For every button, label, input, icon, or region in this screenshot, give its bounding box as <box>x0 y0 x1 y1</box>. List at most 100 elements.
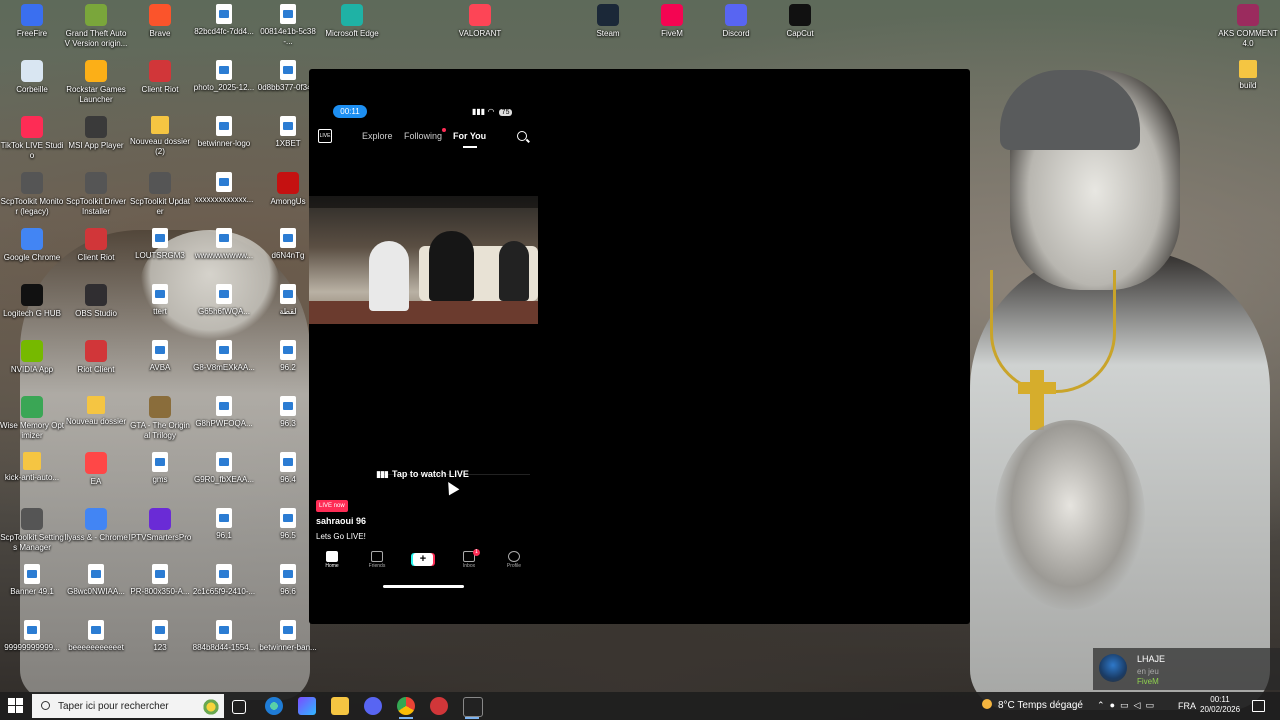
desktop-icon[interactable]: Client Riot <box>64 224 128 263</box>
tab-for-you[interactable]: For You <box>453 131 486 141</box>
desktop-icon[interactable]: GTA - The Original Trilogy <box>128 392 192 441</box>
desktop-icon[interactable]: photo_2025-12... <box>192 56 256 93</box>
volume-icon[interactable]: ◁ <box>1134 700 1141 710</box>
desktop-icon[interactable]: G8hPWFOQA... <box>192 392 256 429</box>
desktop-icon[interactable]: OBS Studio <box>64 280 128 319</box>
scptoolkit-icon <box>21 508 43 530</box>
desktop-icon[interactable]: Logitech G HUB <box>0 280 64 319</box>
desktop-icon[interactable]: G8-V8mEXkAA... <box>192 336 256 373</box>
live-video-preview[interactable] <box>309 196 538 324</box>
desktop-icon[interactable]: kick-anti-auto... <box>0 448 64 483</box>
windows-start-icon[interactable] <box>8 698 24 714</box>
username[interactable]: sahraoui 96 <box>316 516 366 526</box>
desktop-icon[interactable]: LOUTSRGM3 <box>128 224 192 261</box>
chrome-icon[interactable] <box>397 697 415 715</box>
desktop-icon[interactable]: 00814e1b-5c38-... <box>256 0 320 47</box>
desktop-icon[interactable]: wwwwwwwww... <box>192 224 256 261</box>
language-indicator[interactable]: FRA <box>1178 701 1196 711</box>
desktop-icon[interactable]: EA <box>64 448 128 487</box>
desktop-icon[interactable]: AVBA <box>128 336 192 373</box>
desktop-icon[interactable]: FreeFire <box>0 0 64 39</box>
edge-icon[interactable] <box>265 697 283 715</box>
mic-icon[interactable]: ● <box>1110 700 1115 710</box>
desktop-icon[interactable]: Microsoft Edge <box>320 0 384 39</box>
desktop-icon[interactable]: 96.1 <box>192 504 256 541</box>
desktop-icon[interactable]: beeeeeeeeeeet <box>64 616 128 653</box>
file-explorer-icon[interactable] <box>331 697 349 715</box>
desktop-icon-label: Client Riot <box>141 85 179 94</box>
task-view-icon[interactable] <box>232 700 246 714</box>
desktop-icon[interactable]: MSI App Player <box>64 112 128 151</box>
discord-icon[interactable] <box>364 697 382 715</box>
desktop-icon[interactable]: ScpToolkit Updater <box>128 168 192 217</box>
desktop-icon[interactable]: Brave <box>128 0 192 39</box>
desktop-icon[interactable]: 99999999999... <box>0 616 64 653</box>
nav-profile[interactable]: Profile <box>499 550 529 569</box>
tab-explore[interactable]: Explore <box>362 131 393 141</box>
desktop-icon[interactable]: ScpToolkit Driver Installer <box>64 168 128 217</box>
desktop-icon[interactable]: PR-800x350-A... <box>128 560 192 597</box>
wise-memory-icon <box>21 396 43 418</box>
desktop-icon-label: wwwwwwwww... <box>194 251 254 260</box>
chevron-up-icon[interactable]: ⌃ <box>1097 700 1105 710</box>
taskbar-search-input[interactable]: Taper ici pour rechercher <box>32 694 224 718</box>
desktop-icon[interactable]: AKS COMMENT 4.0 <box>1216 0 1280 49</box>
desktop-icon[interactable]: xxxxxxxxxxxxx... <box>192 168 256 205</box>
desktop-icon[interactable]: Discord <box>704 0 768 39</box>
desktop-icon[interactable]: Nouveau dossier (2) <box>128 112 192 157</box>
image-file-icon <box>280 116 296 136</box>
friend-activity-toast[interactable]: LHAJE en jeu FiveM <box>1093 648 1280 690</box>
nav-home[interactable]: Home <box>317 550 347 569</box>
desktop-icon[interactable]: G9R0_fbXEAA... <box>192 448 256 485</box>
image-file-icon <box>152 452 168 472</box>
desktop-icon-label: gms <box>152 475 168 484</box>
live-icon[interactable]: LIVE <box>318 129 332 143</box>
desktop-icon[interactable]: 884b8d44-1554... <box>192 616 256 653</box>
desktop-icon[interactable]: Ilyass & - Chrome <box>64 504 128 543</box>
desktop-icon[interactable]: ttert <box>128 280 192 317</box>
desktop-icon[interactable]: Banner 49.1 <box>0 560 64 597</box>
riot-icon[interactable] <box>430 697 448 715</box>
network-icon[interactable]: ▭ <box>1120 700 1129 710</box>
desktop-icon[interactable]: build <box>1216 56 1280 91</box>
nav-friends[interactable]: Friends <box>362 550 392 569</box>
desktop-icon[interactable]: Client Riot <box>128 56 192 95</box>
desktop-icon[interactable]: Wise Memory Optimizer <box>0 392 64 441</box>
clock[interactable]: 00:11 20/02/2026 <box>1200 695 1240 715</box>
desktop-icon[interactable]: Riot Client <box>64 336 128 375</box>
image-file-icon <box>216 284 232 304</box>
desktop-icon[interactable]: NVIDIA App <box>0 336 64 375</box>
copilot-icon[interactable] <box>298 697 316 715</box>
desktop-icon[interactable]: CapCut <box>768 0 832 39</box>
terminal-icon[interactable] <box>463 697 483 717</box>
battery-tray-icon[interactable]: ▭ <box>1145 700 1154 710</box>
desktop-icon[interactable]: FiveM <box>640 0 704 39</box>
desktop-icon[interactable]: Nouveau dossier <box>64 392 128 427</box>
desktop-icon[interactable]: TikTok LIVE Studio <box>0 112 64 161</box>
desktop-icon[interactable]: G65h6fWQA... <box>192 280 256 317</box>
desktop-icon[interactable]: Google Chrome <box>0 224 64 263</box>
weather-widget[interactable]: 8°C Temps dégagé <box>982 699 1083 711</box>
tab-following[interactable]: Following <box>404 131 442 141</box>
desktop-icon[interactable]: 2c1c65f9-2410-... <box>192 560 256 597</box>
desktop-icon[interactable]: G8wc0NWIAA... <box>64 560 128 597</box>
desktop-icon[interactable]: 123 <box>128 616 192 653</box>
desktop-icon[interactable]: gms <box>128 448 192 485</box>
riot-icon <box>149 60 171 82</box>
tap-to-watch-live[interactable]: ▮▮▮ Tap to watch LIVE <box>316 469 529 480</box>
desktop-icon[interactable]: Steam <box>576 0 640 39</box>
system-tray[interactable]: ⌃ ● ▭ ◁ ▭ <box>1097 700 1154 711</box>
desktop-icon[interactable]: ScpToolkit Monitor (legacy) <box>0 168 64 217</box>
desktop-icon[interactable]: Rockstar Games Launcher <box>64 56 128 105</box>
desktop-icon[interactable]: 82bcd4fc-7dd4... <box>192 0 256 37</box>
create-button[interactable]: + <box>413 553 433 566</box>
search-icon[interactable] <box>517 131 527 141</box>
desktop-icon[interactable]: Grand Theft Auto V Version origin... <box>64 0 128 49</box>
desktop-icon[interactable]: Corbeille <box>0 56 64 95</box>
desktop-icon[interactable]: ScpToolkit Settings Manager <box>0 504 64 553</box>
desktop-icon[interactable]: IPTVSmartersPro <box>128 504 192 543</box>
desktop-icon[interactable]: betwinner-logo <box>192 112 256 149</box>
desktop-icon[interactable]: VALORANT <box>448 0 512 39</box>
notification-center-icon[interactable] <box>1252 700 1265 712</box>
phone-mirror-window[interactable] <box>309 69 970 624</box>
